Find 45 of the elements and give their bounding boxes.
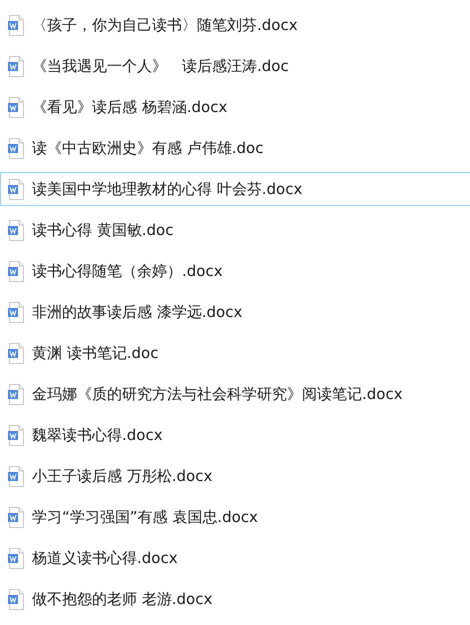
- file-item[interactable]: 读《中古欧洲史》有感 卢伟雄.doc: [0, 131, 470, 165]
- word-document-icon: [8, 56, 25, 76]
- file-name: 魏翠读书心得.docx: [32, 426, 163, 444]
- file-item[interactable]: 杨道义读书心得.docx: [0, 541, 470, 575]
- file-name: 黄渊 读书笔记.doc: [32, 344, 158, 362]
- word-document-icon: [8, 588, 25, 610]
- file-name: 做不抱怨的老师 老游.docx: [32, 590, 212, 608]
- word-document-icon: [8, 260, 25, 282]
- file-name: 读《中古欧洲史》有感 卢伟雄.doc: [32, 138, 264, 158]
- word-document-icon: [8, 138, 25, 158]
- file-item[interactable]: 〈孩子，你为自己读书〉随笔刘芬.docx: [0, 8, 470, 42]
- word-document-icon: [8, 384, 25, 404]
- file-name: 金玛娜《质的研究方法与社会科学研究》阅读笔记.docx: [32, 384, 403, 404]
- file-item[interactable]: 学习“学习强国”有感 袁国忠.docx: [0, 500, 470, 534]
- file-name: 学习“学习强国”有感 袁国忠.docx: [32, 508, 258, 526]
- file-item[interactable]: 读书心得 黄国敏.doc: [0, 213, 470, 247]
- file-name: 《看见》读后感 杨碧涵.docx: [32, 98, 228, 116]
- file-item[interactable]: 非洲的故事读后感 漆学远.docx: [0, 295, 470, 329]
- file-name: 《当我遇见一个人》 读后感汪涛.doc: [32, 56, 289, 76]
- file-item[interactable]: 小王子读后感 万彤松.docx: [0, 459, 470, 493]
- file-item[interactable]: 读书心得随笔（余婷）.docx: [0, 254, 470, 288]
- word-document-icon: [8, 506, 25, 528]
- word-document-icon: [8, 548, 25, 568]
- word-document-icon: [8, 424, 25, 446]
- word-document-icon: [8, 220, 25, 240]
- word-document-icon: [8, 14, 25, 36]
- word-document-icon: [8, 466, 25, 486]
- file-name: 读书心得 黄国敏.doc: [32, 220, 174, 240]
- file-item[interactable]: 做不抱怨的老师 老游.docx: [0, 582, 470, 616]
- file-name: 〈孩子，你为自己读书〉随笔刘芬.docx: [32, 16, 298, 34]
- file-item[interactable]: 魏翠读书心得.docx: [0, 418, 470, 452]
- file-item[interactable]: 《当我遇见一个人》 读后感汪涛.doc: [0, 49, 470, 83]
- file-item[interactable]: 《看见》读后感 杨碧涵.docx: [0, 90, 470, 124]
- file-name: 读书心得随笔（余婷）.docx: [32, 262, 223, 280]
- word-document-icon: [8, 302, 25, 322]
- file-name: 非洲的故事读后感 漆学远.docx: [32, 302, 242, 322]
- word-document-icon: [8, 178, 25, 200]
- word-document-icon: [8, 342, 25, 364]
- file-item[interactable]: 金玛娜《质的研究方法与社会科学研究》阅读笔记.docx: [0, 377, 470, 411]
- file-item[interactable]: 黄渊 读书笔记.doc: [0, 336, 470, 370]
- file-name: 读美国中学地理教材的心得 叶会芬.docx: [32, 180, 302, 198]
- file-item[interactable]: 读美国中学地理教材的心得 叶会芬.docx: [0, 172, 470, 206]
- file-name: 小王子读后感 万彤松.docx: [32, 466, 212, 486]
- word-document-icon: [8, 96, 25, 118]
- file-name: 杨道义读书心得.docx: [32, 548, 178, 568]
